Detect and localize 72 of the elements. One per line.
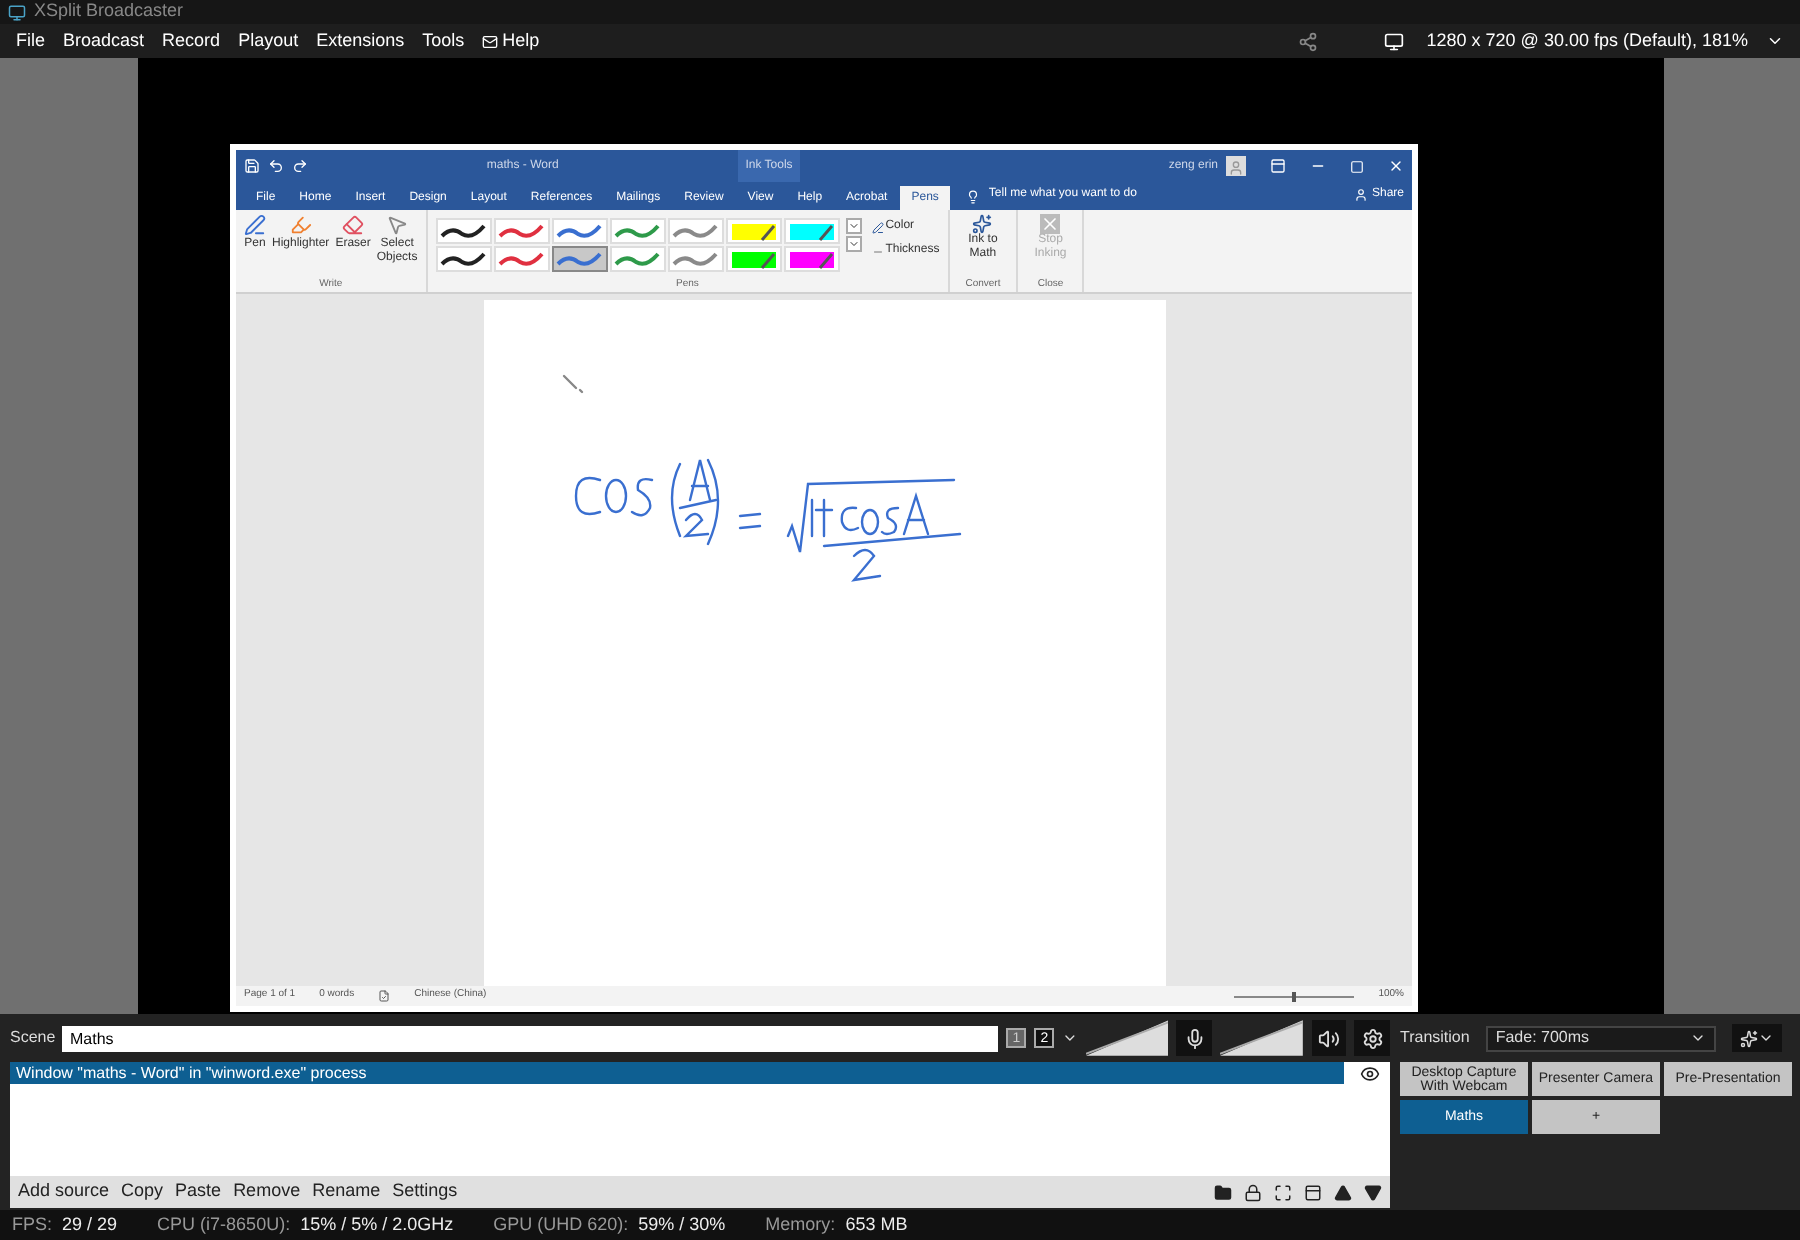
stat-label: GPU (UHD 620): [493, 1211, 629, 1238]
transition-label: Transition [1400, 1026, 1470, 1050]
scene-label: Scene [10, 1026, 54, 1050]
menu-item[interactable]: Broadcast [63, 27, 145, 55]
source-action[interactable]: Settings [392, 1178, 458, 1206]
source-action[interactable]: Rename [312, 1178, 381, 1206]
speaker-button[interactable] [1311, 1020, 1347, 1056]
menu-item[interactable]: Help [482, 27, 540, 55]
effects-button[interactable] [1731, 1024, 1782, 1052]
eraser-icon[interactable] [342, 214, 365, 236]
save-icon[interactable] [244, 158, 260, 174]
mail-icon [482, 33, 499, 49]
gallery-more-icon[interactable] [845, 236, 862, 252]
maximize-icon[interactable] [1350, 159, 1364, 173]
monitor-icon [1384, 31, 1405, 51]
move-down-icon[interactable] [1364, 1183, 1382, 1201]
stat-value: 653 MB [845, 1211, 908, 1238]
select-icon[interactable] [386, 214, 409, 236]
stat-value: 15% / 5% / 2.0GHz [300, 1211, 454, 1238]
source-action[interactable]: Paste [175, 1178, 222, 1206]
sparkle-icon [1739, 1029, 1758, 1047]
app-title: XSplit Broadcaster [34, 0, 184, 25]
ink-to-math-icon[interactable] [972, 214, 993, 234]
pen-swatch[interactable] [551, 246, 608, 272]
person-icon [1353, 188, 1368, 202]
source-action[interactable]: Copy [121, 1178, 164, 1206]
caret-icon [1689, 1030, 1706, 1046]
move-up-icon[interactable] [1334, 1183, 1352, 1201]
microphone-icon [1183, 1027, 1206, 1049]
caret-icon [1757, 1030, 1774, 1046]
close-icon[interactable] [1388, 158, 1404, 174]
ribbon-display-icon[interactable] [1270, 158, 1286, 174]
stat-value: 29 / 29 [62, 1211, 118, 1238]
stat-value: 59% / 30% [638, 1211, 726, 1238]
transition-dropdown[interactable]: Fade: 700ms [1485, 1025, 1716, 1051]
microphone-volume-meter[interactable] [1085, 1020, 1169, 1056]
menu-item[interactable]: Playout [238, 27, 299, 55]
redo-icon[interactable] [292, 158, 308, 174]
undo-icon[interactable] [268, 158, 284, 174]
fit-icon[interactable] [1274, 1183, 1292, 1201]
settings-button[interactable] [1354, 1020, 1391, 1056]
settings-icon [1361, 1027, 1384, 1049]
share-icon[interactable] [1298, 31, 1319, 51]
stat-label: Memory: [765, 1211, 836, 1238]
source-action[interactable]: Add source [18, 1178, 110, 1206]
menu-item[interactable]: Record [162, 27, 221, 55]
gallery-scroll-icon[interactable] [845, 218, 862, 234]
scene-name-field[interactable]: Maths [62, 1025, 999, 1051]
caret-icon[interactable] [1062, 1030, 1078, 1046]
resolution-dropdown[interactable]: 1280 x 720 @ 30.00 fps (Default), 181% [1426, 27, 1748, 55]
stat-label: CPU (i7-8650U): [157, 1211, 291, 1238]
proofing-icon[interactable] [378, 990, 391, 1002]
app-logo-icon [8, 3, 26, 21]
menu-item[interactable]: Tools [422, 27, 465, 55]
avatar-icon [1226, 156, 1246, 176]
speaker-volume-meter[interactable] [1220, 1020, 1304, 1056]
pen-icon[interactable] [244, 214, 266, 236]
speaker-icon [1317, 1027, 1340, 1049]
caret-icon[interactable] [1766, 32, 1784, 50]
menu-item[interactable]: Extensions [316, 27, 405, 55]
pen-icon [871, 221, 884, 233]
folder-icon[interactable] [1214, 1183, 1232, 1201]
source-row[interactable]: Window "maths - Word" in "winword.exe" process [10, 1062, 1344, 1084]
source-action[interactable]: Remove [233, 1178, 301, 1206]
stat-label: FPS: [12, 1211, 53, 1238]
lightbulb-icon[interactable] [966, 190, 981, 204]
lock-icon[interactable] [1244, 1183, 1262, 1201]
microphone-button[interactable] [1176, 1020, 1213, 1056]
line-icon [871, 245, 884, 257]
menu-item[interactable]: File [16, 27, 46, 55]
visibility-icon[interactable] [1360, 1064, 1380, 1084]
layout-icon[interactable] [1304, 1183, 1322, 1201]
